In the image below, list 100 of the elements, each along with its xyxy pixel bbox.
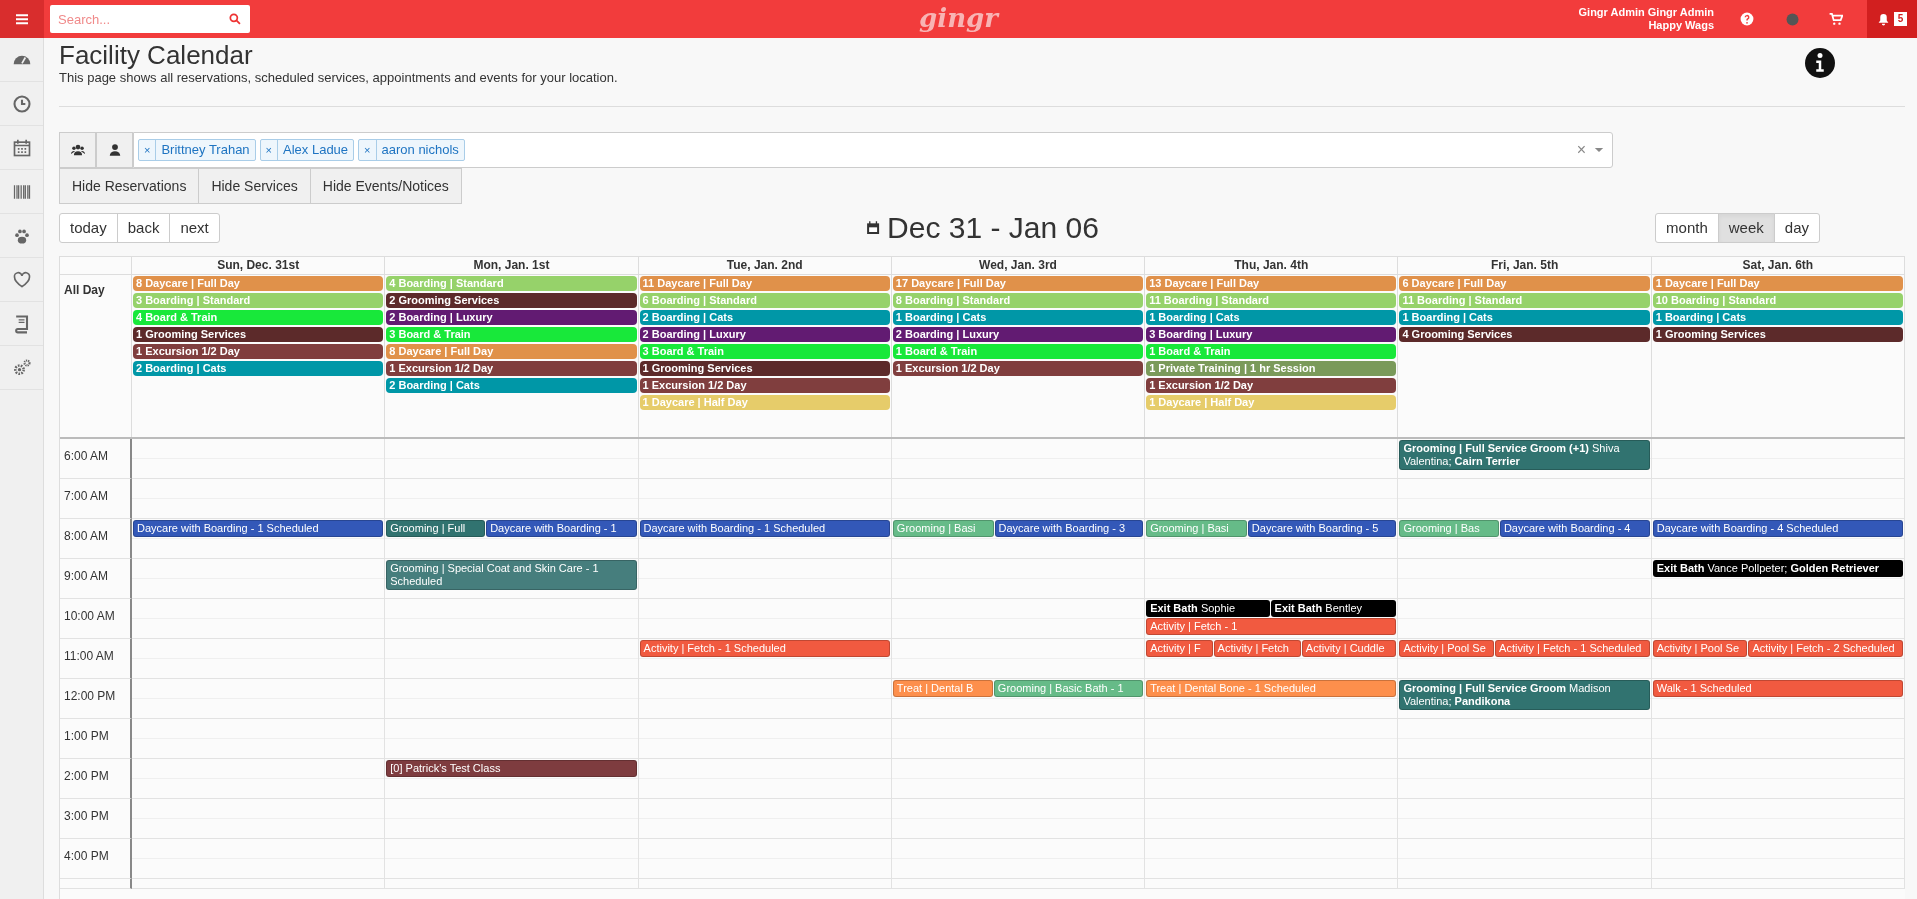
time-slot[interactable] <box>132 559 386 599</box>
time-slot[interactable]: Daycare with Boarding - 1 Scheduled <box>638 519 892 559</box>
nav-button[interactable]: back <box>116 213 171 243</box>
calendar-event[interactable]: Activity | F <box>1146 640 1213 657</box>
remove-tag-button[interactable]: × <box>139 140 157 160</box>
all-day-event[interactable]: 1 Private Training | 1 hr Session <box>1146 361 1397 376</box>
calendar-event[interactable]: Activity | Fetch - 1 Scheduled <box>1495 640 1650 657</box>
calendar-event[interactable]: Daycare with Boarding - 3 <box>994 520 1144 537</box>
all-day-event[interactable]: 13 Daycare | Full Day <box>1146 276 1397 291</box>
all-day-event[interactable]: 1 Boarding | Cats <box>1399 310 1650 325</box>
cart-icon[interactable] <box>1829 12 1843 26</box>
time-slot[interactable]: Walk - 1 Scheduled <box>1651 679 1905 719</box>
all-day-event[interactable]: 1 Grooming Services <box>639 361 890 376</box>
time-slot[interactable] <box>132 879 386 889</box>
time-slot[interactable] <box>1651 719 1905 759</box>
info-icon[interactable] <box>1805 48 1835 78</box>
calendar-event[interactable]: Grooming | Full Service Groom Madison Valentina; Pandikona <box>1399 680 1650 710</box>
time-slot[interactable] <box>132 679 386 719</box>
calendar-event[interactable]: Grooming | Full Service Groom (+1) Shiva Valentina; Cairn Terrier <box>1399 440 1650 470</box>
time-slot[interactable]: Exit Bath Vance Pollpeter; Golden Retriever <box>1651 559 1905 599</box>
view-tab[interactable]: month <box>1655 213 1719 243</box>
time-slot[interactable] <box>132 479 386 519</box>
all-day-event[interactable]: 2 Boarding | Cats <box>386 378 637 393</box>
time-slot[interactable]: Activity | Fetch - 1 Scheduled <box>638 639 892 679</box>
time-slot[interactable] <box>638 439 892 479</box>
calendar-event[interactable]: Exit Bath Vance Pollpeter; Golden Retriever <box>1652 560 1903 577</box>
staff-select-field[interactable]: × Brittney Trahan × Alex Ladue × aaron nichols × <box>133 132 1613 168</box>
calendar-event[interactable]: Grooming | Basic Bath - 1 <box>993 680 1144 697</box>
location-name[interactable]: Happy Wags <box>1648 19 1714 32</box>
time-slot[interactable] <box>638 479 892 519</box>
time-slot[interactable] <box>385 719 639 759</box>
time-slot[interactable] <box>385 799 639 839</box>
search-field[interactable]: Search... <box>50 5 250 33</box>
time-slot[interactable] <box>1651 599 1905 639</box>
time-slot[interactable] <box>891 719 1146 759</box>
time-slot[interactable] <box>638 879 892 889</box>
notifications-button[interactable]: 5 <box>1867 0 1917 38</box>
time-slot[interactable] <box>891 799 1146 839</box>
time-slot[interactable]: Grooming | Full Service Groom Madison Valentina; Pandikona <box>1398 679 1652 719</box>
all-day-event[interactable]: 2 Boarding | Luxury <box>386 310 637 325</box>
time-slot[interactable] <box>638 799 892 839</box>
time-slot[interactable] <box>1398 719 1652 759</box>
time-slot[interactable] <box>132 719 386 759</box>
view-tab[interactable]: week <box>1717 213 1775 243</box>
time-slot[interactable] <box>1145 759 1399 799</box>
all-day-event[interactable]: 1 Boarding | Cats <box>892 310 1144 325</box>
time-slot[interactable] <box>132 839 386 879</box>
time-slot[interactable]: Activity | Pool Se Activity | Fetch - 2 Scheduled <box>1651 639 1905 679</box>
time-slot[interactable] <box>1651 439 1905 479</box>
calendar-event[interactable]: Walk - 1 Scheduled <box>1652 680 1903 697</box>
time-slot[interactable] <box>385 679 639 719</box>
calendar-event[interactable]: Daycare with Boarding - 4 Scheduled <box>1652 520 1903 537</box>
time-slot[interactable] <box>1145 439 1399 479</box>
time-slot[interactable] <box>385 439 639 479</box>
view-tab[interactable]: day <box>1773 213 1820 243</box>
caret-icon[interactable] <box>1594 145 1604 155</box>
calendar-event[interactable]: Daycare with Boarding - 1 <box>486 520 637 537</box>
calendar-event[interactable]: Daycare with Boarding - 4 <box>1499 520 1650 537</box>
gears-icon[interactable] <box>11 357 32 378</box>
calendar-event[interactable]: Daycare with Boarding - 1 Scheduled <box>133 520 384 537</box>
user-name[interactable]: Gingr Admin Gingr Admin <box>1578 6 1714 19</box>
time-slot[interactable] <box>891 439 1146 479</box>
all-day-event[interactable]: 2 Grooming Services <box>386 293 637 308</box>
time-slot[interactable]: [0] Patrick's Test Class <box>385 759 639 799</box>
time-slot[interactable] <box>132 599 386 639</box>
calendar-event[interactable]: Activity | Pool Se <box>1399 640 1495 657</box>
time-slot[interactable] <box>1398 839 1652 879</box>
all-day-event[interactable]: 2 Boarding | Luxury <box>892 327 1144 342</box>
clear-button[interactable]: × <box>1576 138 1586 162</box>
time-slot[interactable] <box>132 439 386 479</box>
time-slot[interactable] <box>1145 559 1399 599</box>
time-slot[interactable] <box>1145 879 1399 889</box>
time-slot[interactable] <box>891 759 1146 799</box>
calendar-event[interactable]: Activity | Fetch - 2 Scheduled <box>1748 640 1903 657</box>
all-day-event[interactable]: 1 Grooming Services <box>1652 327 1903 342</box>
time-slot[interactable] <box>1398 759 1652 799</box>
time-slot[interactable] <box>1398 559 1652 599</box>
all-day-event[interactable]: 1 Daycare | Full Day <box>1652 276 1903 291</box>
time-slot[interactable]: Activity | F Activity | Fetch Activity | Cuddle <box>1145 639 1399 679</box>
time-slot[interactable] <box>1145 719 1399 759</box>
all-day-event[interactable]: 17 Daycare | Full Day <box>892 276 1144 291</box>
all-day-event[interactable]: 1 Excursion 1/2 Day <box>386 361 637 376</box>
time-slot[interactable] <box>891 839 1146 879</box>
time-slot[interactable] <box>385 879 639 889</box>
menu-button[interactable] <box>0 0 44 38</box>
search-icon[interactable] <box>228 12 242 26</box>
time-slot[interactable] <box>1398 599 1652 639</box>
remove-tag-button[interactable]: × <box>260 140 279 160</box>
all-day-event[interactable]: 1 Excursion 1/2 Day <box>639 378 890 393</box>
time-slot[interactable] <box>385 599 639 639</box>
all-day-event[interactable]: 2 Boarding | Cats <box>133 361 384 376</box>
toggle-button[interactable]: Hide Reservations <box>59 168 200 204</box>
all-day-event[interactable]: 11 Daycare | Full Day <box>639 276 890 291</box>
all-day-event[interactable]: 2 Boarding | Luxury <box>639 327 890 342</box>
time-slot[interactable] <box>891 559 1146 599</box>
time-slot[interactable] <box>1651 759 1905 799</box>
time-slot[interactable] <box>638 559 892 599</box>
calendar-event[interactable]: Activity | Fetch <box>1213 640 1301 657</box>
time-slot[interactable]: Grooming | Basi Daycare with Boarding - 5 <box>1145 519 1399 559</box>
calendar-event[interactable]: Activity | Pool Se <box>1652 640 1748 657</box>
